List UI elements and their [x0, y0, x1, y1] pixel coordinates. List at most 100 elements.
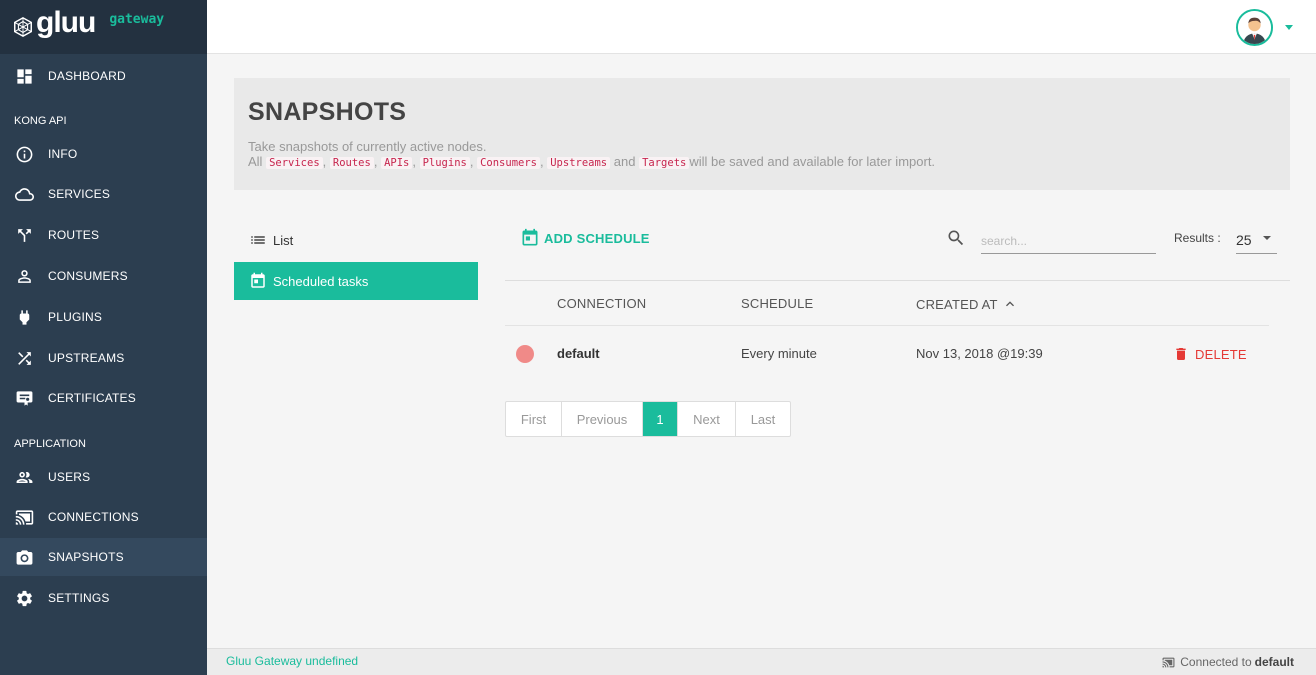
code-chip: Upstreams — [547, 157, 611, 169]
sidebar-item-label: INFO — [48, 147, 78, 161]
sidebar-item-info[interactable]: INFO — [0, 135, 207, 173]
description-line-1: Take snapshots of currently active nodes… — [248, 139, 487, 154]
avatar-icon — [1238, 11, 1271, 44]
column-header-schedule[interactable]: SCHEDULE — [741, 296, 813, 311]
search-input[interactable] — [981, 228, 1156, 254]
sidebar-item-certificates[interactable]: CERTIFICATES — [0, 379, 207, 417]
desc-and: and — [613, 154, 636, 169]
desc-tail: will be saved and available for later im… — [689, 154, 936, 169]
search-icon — [948, 230, 964, 246]
cell-connection: default — [557, 346, 600, 361]
sidebar-item-plugins[interactable]: PLUGINS — [0, 298, 207, 336]
certificate-icon — [14, 388, 34, 408]
info-icon — [14, 144, 34, 164]
sidebar-item-routes[interactable]: ROUTES — [0, 216, 207, 254]
page-description: Take snapshots of currently active nodes… — [248, 139, 1276, 171]
calendar-icon — [522, 228, 538, 246]
sidebar-item-label: UPSTREAMS — [48, 351, 125, 365]
desc-all: All — [248, 154, 263, 169]
cell-created-at: Nov 13, 2018 @19:39 — [916, 346, 1043, 361]
page-number-button[interactable]: 1 — [643, 402, 678, 436]
footer-version: Gluu Gateway undefined — [226, 654, 359, 668]
sidebar-item-users[interactable]: USERS — [0, 458, 207, 496]
code-chip: Targets — [639, 157, 690, 169]
gear-icon — [14, 588, 34, 608]
code-chip: Services — [266, 157, 323, 169]
page-first-button[interactable]: First — [506, 402, 562, 436]
plug-icon — [14, 307, 34, 327]
sidebar-item-snapshots[interactable]: SNAPSHOTS — [0, 538, 207, 576]
brand-name: gluu — [36, 6, 96, 39]
sidebar-item-connections[interactable]: CONNECTIONS — [0, 498, 207, 536]
delete-label: DELETE — [1195, 346, 1247, 362]
delete-button[interactable]: DELETE — [1173, 345, 1247, 363]
user-menu-caret-icon[interactable] — [1285, 25, 1293, 30]
add-schedule-button[interactable]: ADD SCHEDULE — [520, 228, 650, 248]
trash-icon — [1176, 348, 1186, 360]
nav-section-application: APPLICATION — [14, 438, 86, 450]
brand-subtitle: gateway — [109, 11, 165, 27]
cell-schedule: Every minute — [741, 346, 817, 361]
tab-label: List — [273, 232, 294, 248]
tab-scheduled-tasks[interactable]: Scheduled tasks — [234, 262, 478, 300]
results-per-page-select[interactable]: 25 — [1236, 226, 1277, 254]
connection-status: Connected to default — [1161, 655, 1294, 669]
sidebar-item-label: PLUGINS — [48, 310, 103, 324]
connected-prefix: Connected to — [1180, 655, 1252, 669]
add-schedule-label: ADD SCHEDULE — [544, 230, 650, 246]
code-chip: APIs — [381, 157, 413, 169]
description-line-2: All Services, Routes, APIs, Plugins, Con… — [248, 154, 936, 169]
sidebar-item-consumers[interactable]: CONSUMERS — [0, 257, 207, 295]
sidebar-item-services[interactable]: SERVICES — [0, 175, 207, 213]
sidebar: gluu gateway DASHBOARD KONG API INFO SER… — [0, 0, 207, 675]
column-header-label: CREATED AT — [916, 296, 998, 312]
cloud-icon — [14, 184, 34, 204]
code-chip: Plugins — [419, 157, 470, 169]
page-last-button[interactable]: Last — [736, 402, 790, 436]
page-next-button[interactable]: Next — [678, 402, 736, 436]
status-indicator — [516, 345, 534, 363]
person-icon — [14, 266, 34, 286]
sidebar-item-label: CONNECTIONS — [48, 510, 139, 524]
results-label: Results : — [1174, 231, 1221, 245]
results-value: 25 — [1236, 231, 1252, 248]
sidebar-item-label: SERVICES — [48, 187, 111, 201]
sidebar-item-settings[interactable]: SETTINGS — [0, 579, 207, 617]
gluu-logo-icon — [14, 16, 32, 38]
tab-list[interactable]: List — [234, 221, 478, 259]
calendar-icon — [249, 272, 267, 290]
column-header-connection[interactable]: CONNECTION — [557, 296, 646, 311]
sidebar-item-label: CERTIFICATES — [48, 391, 136, 405]
sort-ascending-icon — [1005, 301, 1014, 307]
sidebar-item-label: SETTINGS — [48, 591, 110, 605]
sidebar-item-label: SNAPSHOTS — [48, 550, 124, 564]
page-title: SNAPSHOTS — [248, 98, 407, 126]
chevron-down-icon — [1263, 236, 1271, 240]
header-divider — [505, 325, 1269, 326]
code-chip: Consumers — [477, 157, 540, 169]
sidebar-item-label: ROUTES — [48, 228, 100, 242]
sidebar-item-label: DASHBOARD — [48, 69, 126, 83]
connected-name: default — [1254, 655, 1294, 669]
table-divider — [505, 280, 1290, 281]
camera-icon — [14, 547, 34, 567]
sidebar-item-label: USERS — [48, 470, 91, 484]
tab-label: Scheduled tasks — [273, 273, 369, 289]
users-icon — [14, 467, 34, 487]
topbar — [207, 0, 1316, 54]
dashboard-icon — [14, 66, 34, 86]
page-previous-button[interactable]: Previous — [562, 402, 643, 436]
cast-icon — [14, 507, 34, 527]
column-header-created-at[interactable]: CREATED AT — [916, 296, 1018, 312]
brand-logo[interactable]: gluu gateway — [0, 0, 207, 54]
sidebar-item-dashboard[interactable]: DASHBOARD — [0, 57, 207, 95]
footer: Gluu Gateway undefined Connected to defa… — [207, 648, 1316, 675]
sidebar-item-label: CONSUMERS — [48, 269, 128, 283]
routes-icon — [14, 225, 34, 245]
shuffle-icon — [14, 348, 34, 368]
page-header: SNAPSHOTS Take snapshots of currently ac… — [234, 78, 1290, 190]
sidebar-item-upstreams[interactable]: UPSTREAMS — [0, 339, 207, 377]
user-avatar[interactable] — [1236, 9, 1273, 46]
code-chip: Routes — [329, 157, 374, 169]
pagination: First Previous 1 Next Last — [505, 401, 791, 437]
